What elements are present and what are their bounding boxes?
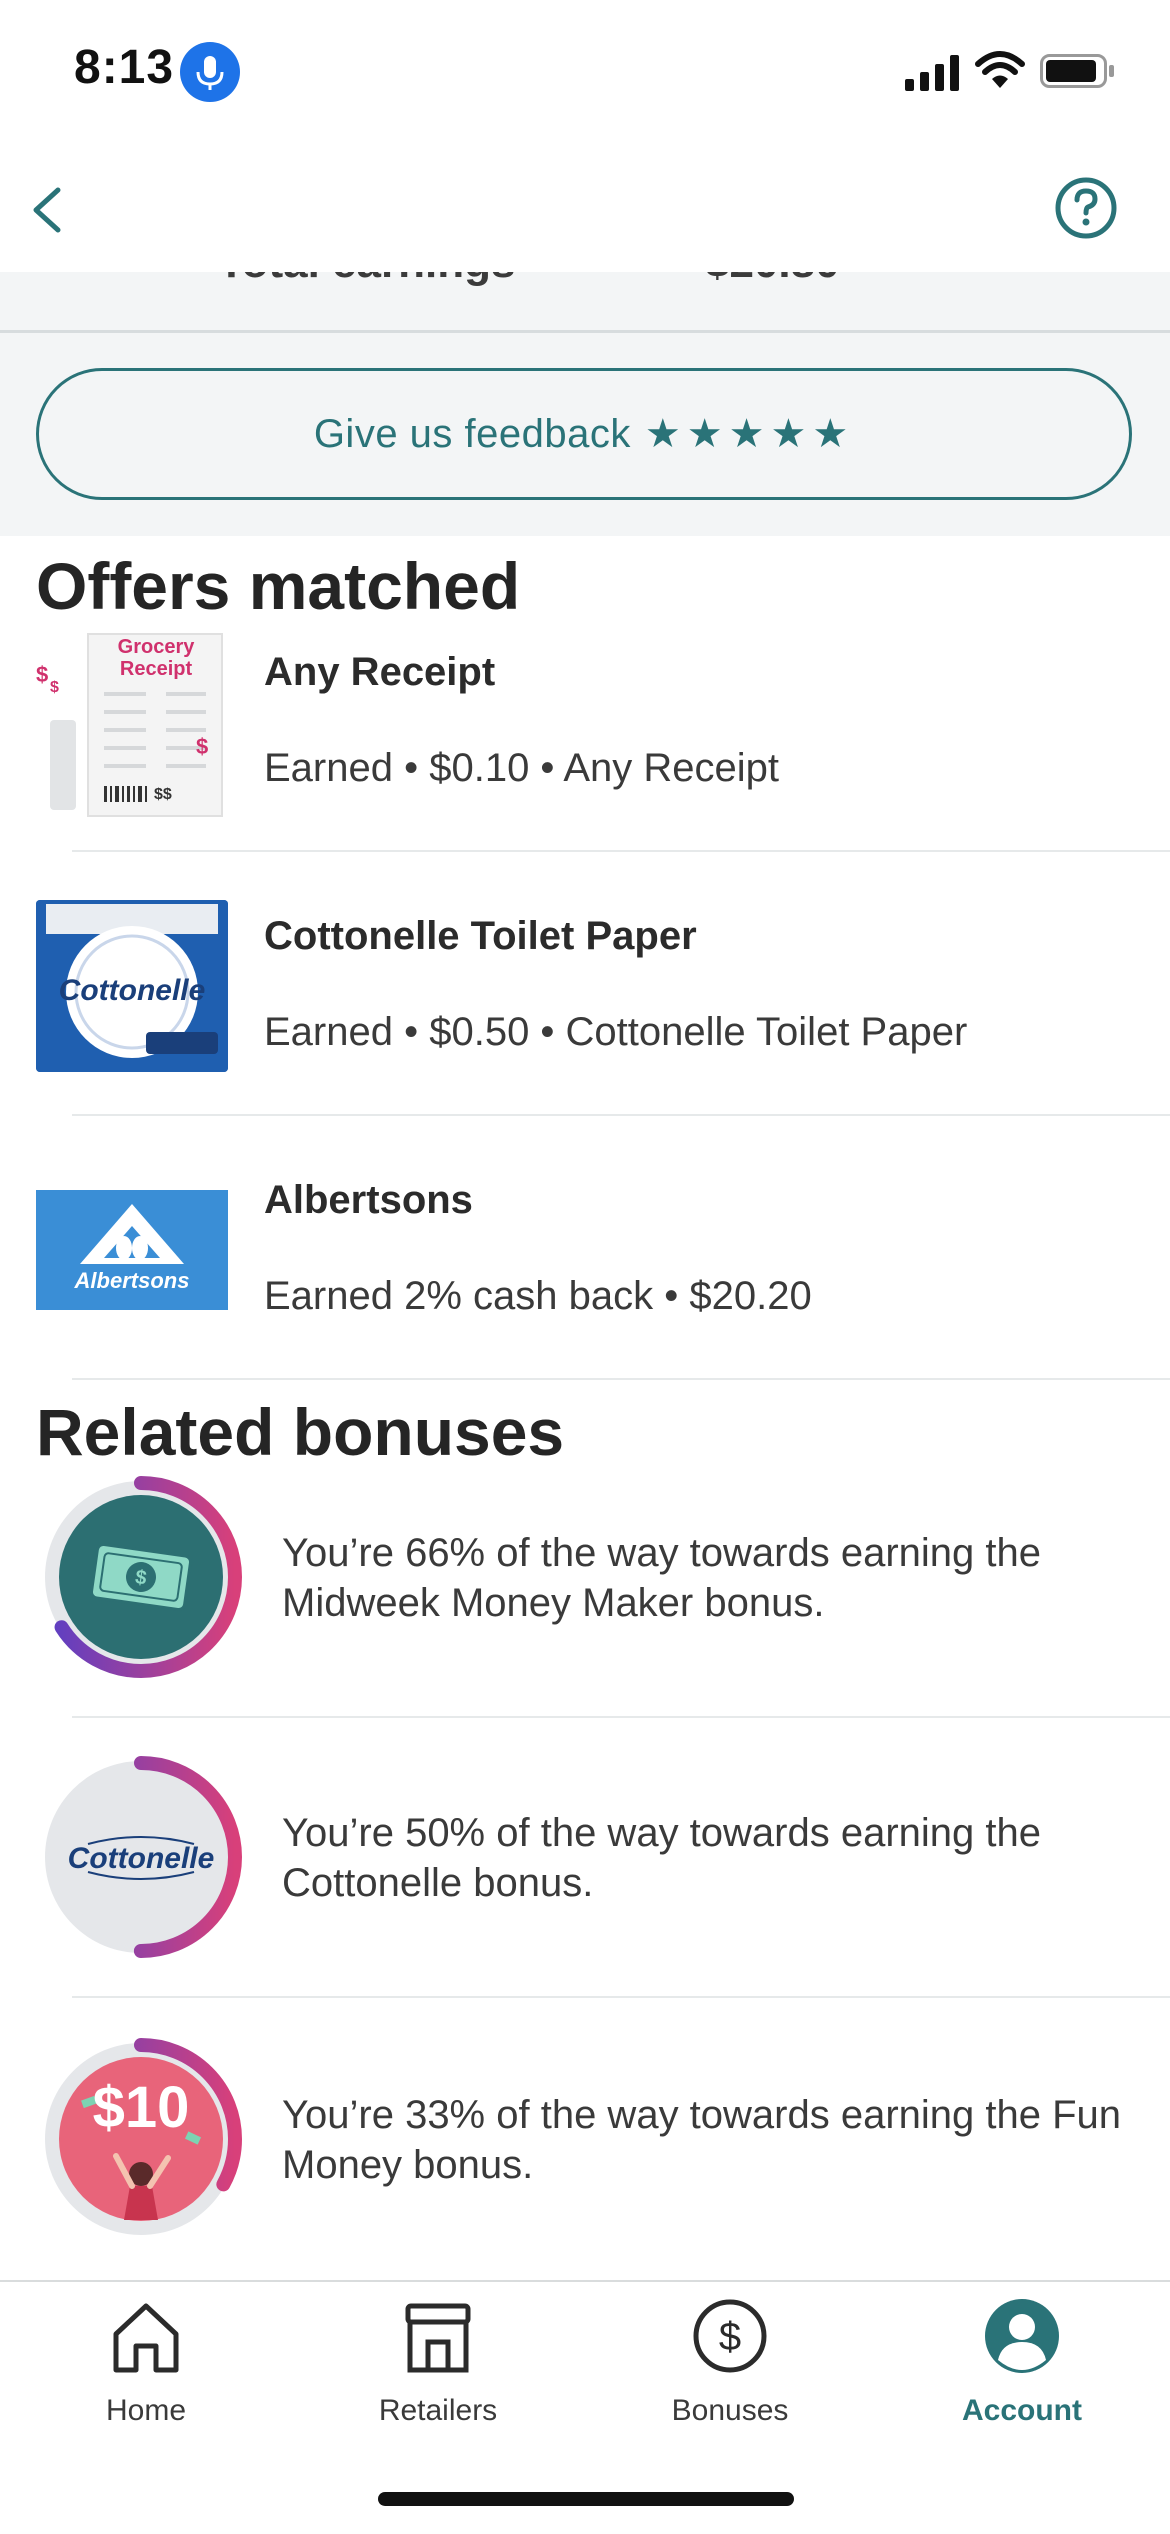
feedback-button[interactable]: Give us feedback ★★★★★: [36, 368, 1132, 500]
home-indicator: [378, 2492, 794, 2506]
cellular-signal-icon: [905, 55, 959, 91]
receipt-thumbnail: $ $ $ Grocery Receipt $$: [36, 630, 232, 820]
tab-label: Bonuses: [671, 2394, 789, 2427]
battery-icon: [1040, 54, 1114, 88]
feedback-label: Give us feedback: [313, 411, 631, 456]
related-bonuses-title: Related bonuses: [36, 1395, 565, 1469]
account-icon: [985, 2299, 1059, 2373]
tab-account[interactable]: Account: [922, 2296, 1122, 2436]
home-icon: [113, 2303, 179, 2373]
status-time: 8:13: [74, 41, 175, 94]
rating-stars-icon: ★★★★★: [644, 412, 855, 456]
wifi-icon: [975, 51, 1025, 88]
back-chevron-icon[interactable]: [18, 180, 78, 240]
albertsons-thumbnail: Albertsons: [36, 1190, 228, 1310]
tab-label: Retailers: [378, 2394, 498, 2427]
microphone-icon: [180, 42, 240, 102]
tab-retailers[interactable]: Retailers: [338, 2296, 538, 2436]
store-icon: [405, 2303, 471, 2373]
offer-title[interactable]: Albertsons: [264, 1178, 473, 1223]
svg-text:$: $: [50, 679, 59, 696]
receipt-thumb-label: Receipt: [119, 658, 193, 680]
cottonelle-thumbnail: Cottonelle: [36, 900, 228, 1072]
offer-detail: Earned • $0.10 • Any Receipt: [264, 746, 779, 790]
bonus-progress-ring[interactable]: $: [36, 1472, 246, 1682]
svg-text:$: $: [719, 2315, 741, 2359]
row-divider: [72, 1114, 1170, 1116]
offer-detail: Earned • $0.50 • Cottonelle Toilet Paper: [264, 1010, 968, 1054]
offer-title[interactable]: Cottonelle Toilet Paper: [264, 914, 697, 959]
dollar-circle-icon: $: [693, 2299, 767, 2373]
receipt-thumb-label: Grocery: [117, 636, 195, 658]
svg-text:$: $: [196, 734, 208, 759]
bonus-description: You’re 50% of the way towards earning th…: [282, 1811, 1042, 1905]
row-divider: [72, 850, 1170, 852]
fun-money-badge: $10: [92, 2075, 190, 2140]
tab-bonuses[interactable]: $ Bonuses: [630, 2296, 830, 2436]
help-icon[interactable]: [1054, 176, 1118, 240]
tab-home[interactable]: Home: [46, 2296, 246, 2436]
row-divider: [72, 1716, 1170, 1718]
bonus-description: You’re 66% of the way towards earning th…: [282, 1531, 1042, 1625]
summary-divider: [0, 330, 1170, 333]
albertsons-thumb-label: Albertsons: [74, 1268, 190, 1293]
row-divider: [72, 1996, 1170, 1998]
offers-matched-title: Offers matched: [36, 549, 521, 623]
row-divider: [72, 1378, 1170, 1380]
cottonelle-thumb-label: Cottonelle: [58, 974, 206, 1007]
header: [0, 0, 1170, 272]
offer-detail: Earned 2% cash back • $20.20: [264, 1274, 812, 1318]
tab-label: Account: [962, 2394, 1082, 2427]
receipt-thumb-label: $$: [154, 786, 172, 803]
cottonelle-logo: Cottonelle: [67, 1842, 215, 1875]
offer-title[interactable]: Any Receipt: [264, 650, 495, 695]
bonus-progress-ring[interactable]: $10: [36, 2034, 246, 2244]
bonus-description: You’re 33% of the way towards earning th…: [282, 2093, 1122, 2187]
svg-text:$: $: [36, 662, 48, 687]
tab-label: Home: [105, 2394, 187, 2427]
bonus-progress-ring[interactable]: Cottonelle: [36, 1752, 246, 1962]
